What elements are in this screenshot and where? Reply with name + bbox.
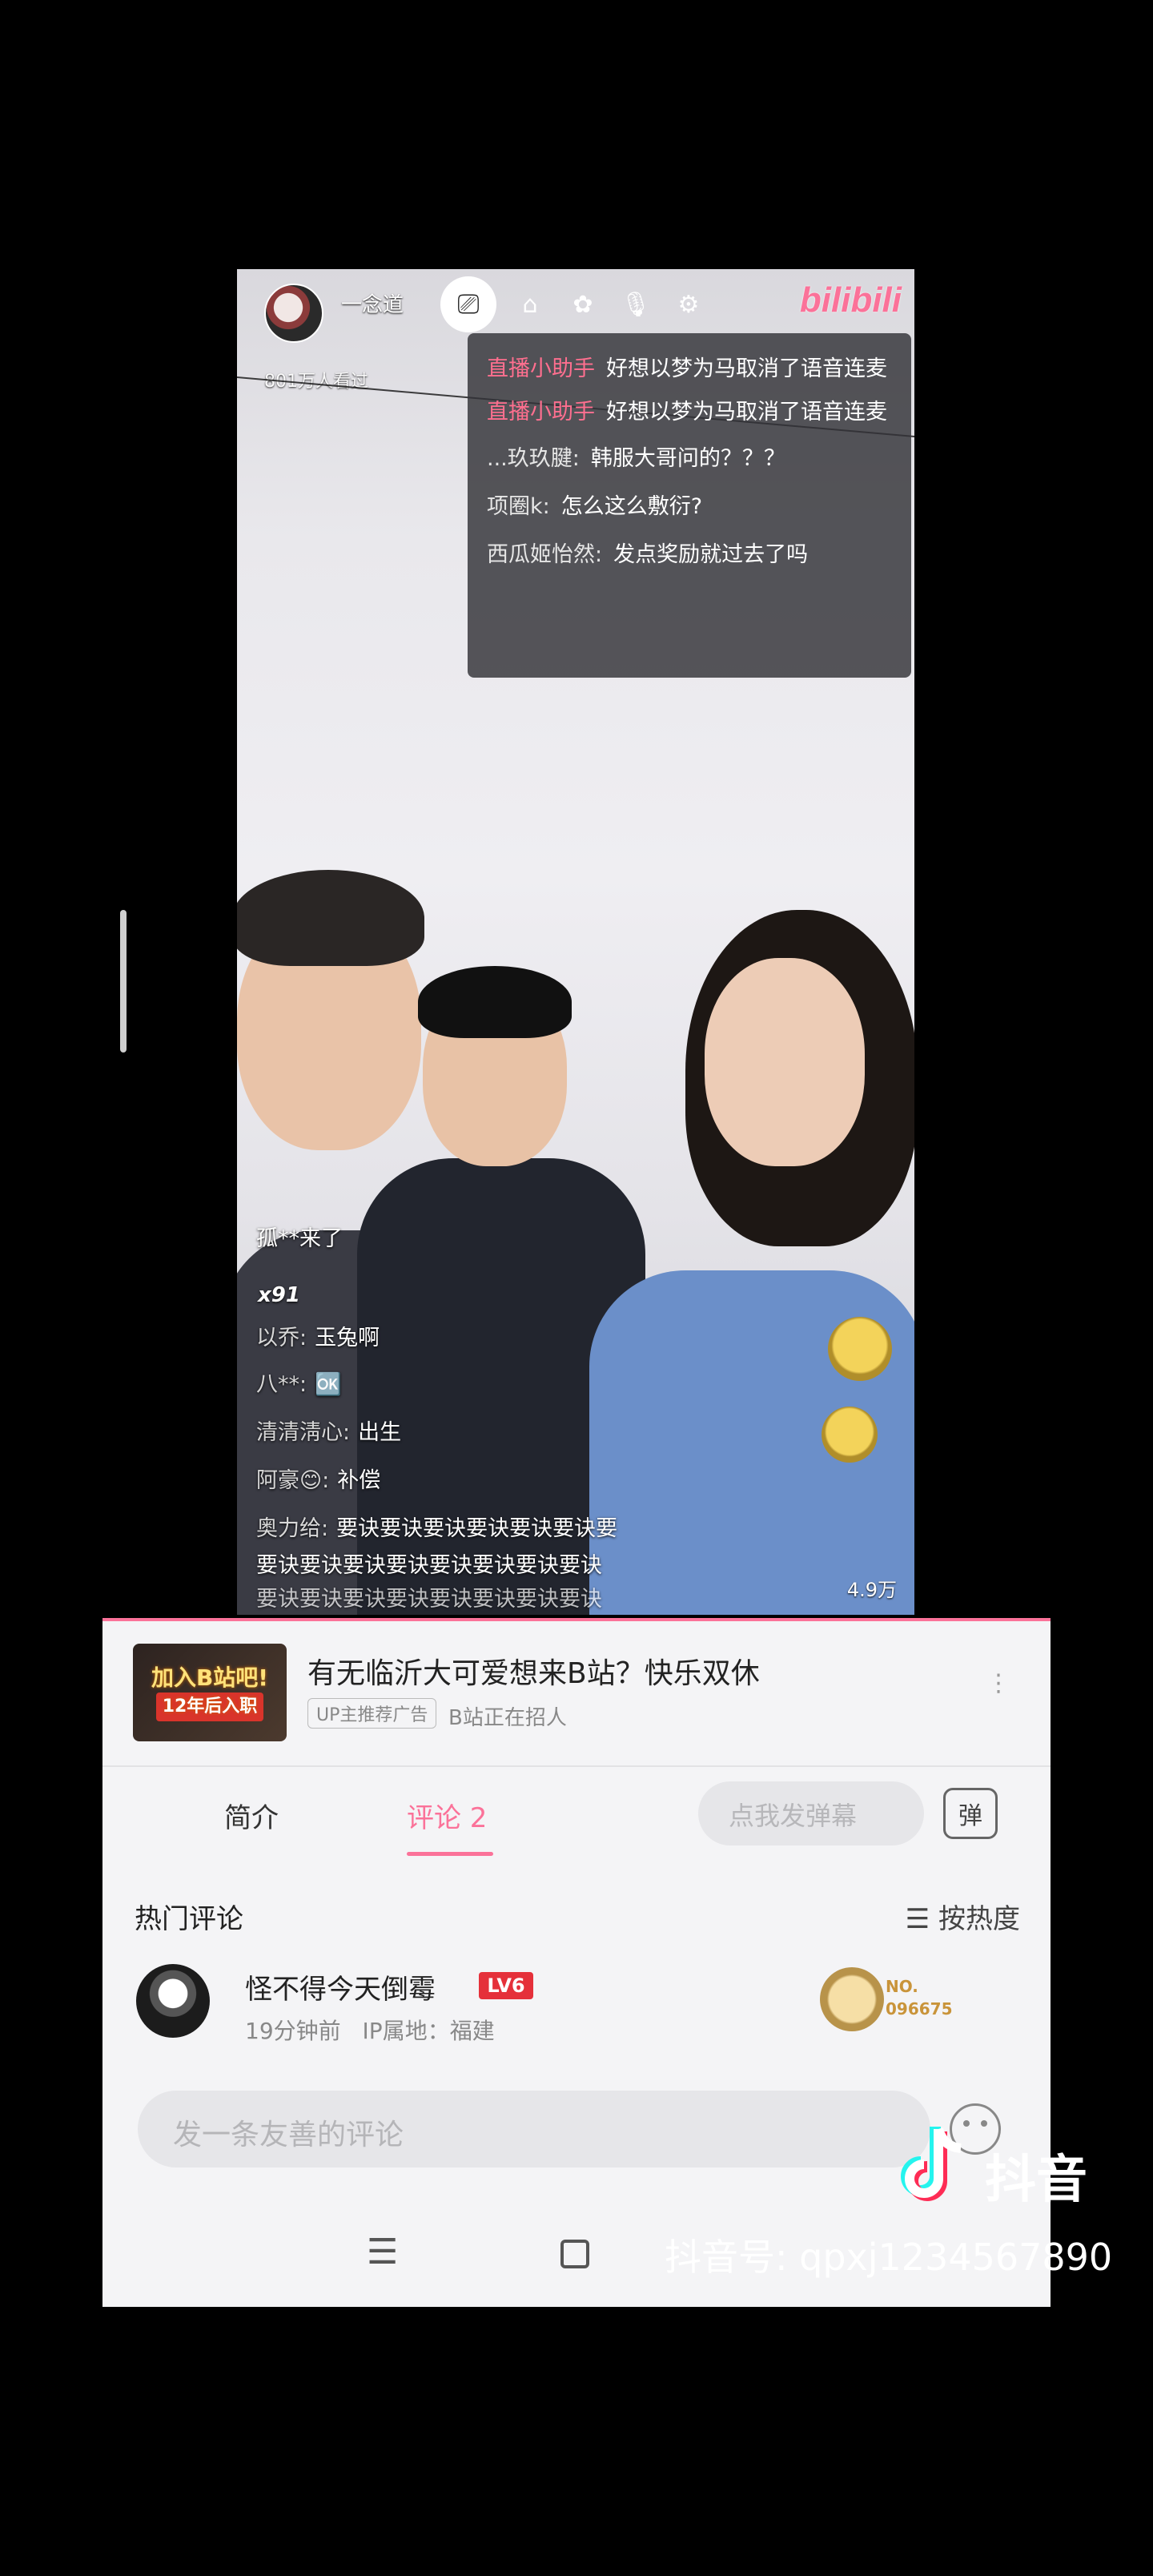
viewer-count: 4.9万 [846,1579,897,1601]
danmaku-line: 奥力给: 要诀要诀要诀要诀要诀要诀要 [256,1511,617,1542]
chat-text: 好想以梦为马取消了语音连麦 [606,400,887,425]
ad-thumb-subtext: 12年后入职 [155,1693,264,1721]
danmaku-user: 奥力给: [256,1516,329,1541]
chat-text: 发点奖励就过去了吗 [613,542,809,567]
more-options-icon[interactable]: ⋮ [986,1669,1010,1697]
hot-comments-title: 热门评论 [135,1903,243,1935]
chat-user: 项圈k: [487,494,550,519]
chat-user: 直播小助手 [487,356,595,381]
ad-title[interactable]: 有无临沂大可爱想来B站？快乐双休 [307,1650,760,1692]
fan-badge-icon [820,1967,884,2031]
home-icon[interactable]: ⌂ [511,285,549,324]
fan-badge-number: NO. 096675 [886,1975,953,2020]
danmaku-text: 补偿 [337,1468,381,1493]
emoji-reaction-icon [828,1317,892,1381]
comment-ip: IP属地：福建 [362,2018,495,2044]
danmaku-toggle-button[interactable]: 弹 [943,1788,998,1839]
danmaku-user: 阿豪😊: [256,1468,330,1493]
streamer-avatar[interactable] [264,284,323,343]
comment-username[interactable]: 怪不得今天倒霉 [245,1967,436,2006]
danmaku-input[interactable]: 点我发弹幕 [698,1781,924,1845]
emoji-reaction-icon [822,1407,878,1463]
streamer-name[interactable]: 一念道 [341,288,404,318]
danmaku-line: 八**: 🆗 [256,1366,342,1398]
chat-message: 直播小助手 好想以梦为马取消了语音连麦 [487,351,892,388]
active-tab-indicator [407,1852,493,1856]
chat-message: 项圈k: 怎么这么敷衍? [487,489,892,525]
chat-user: 直播小助手 [487,400,595,425]
chat-user: 西瓜姬怡然: [487,542,603,567]
danmaku-text: 🆗 [315,1372,342,1397]
danmaku-user: 以乔: [256,1326,307,1350]
bilibili-logo: bilibili [799,280,902,320]
divider [102,1765,1051,1767]
chat-panel: 直播小助手 好想以梦为马取消了语音连麦 直播小助手 好想以梦为马取消了语音连麦 ..… [468,333,911,678]
avatar[interactable] [136,1964,210,2038]
watermark-brand: 抖音 [985,2151,1087,2210]
chat-message: ...玖玖腱: 韩服大哥问的？？？ [487,441,892,477]
watermark-id: 抖音号: qpxj1234567890 [665,2236,1113,2279]
chat-text: 怎么这么敷衍? [560,494,703,519]
chat-message: 西瓜姬怡然: 发点奖励就过去了吗 [487,537,892,574]
danmaku-line: 阿豪😊: 补偿 [256,1463,380,1494]
comment-time: 19分钟前 [245,2018,341,2044]
chat-message: 直播小助手 好想以梦为马取消了语音连麦 [487,394,892,431]
mic-icon[interactable]: 🎙 [617,285,655,324]
danmaku-text: 玉兔啊 [315,1326,380,1350]
fan-badge: NO. 096675 [820,1951,972,2044]
scroll-indicator[interactable] [120,910,127,1053]
danmaku-line: 要诀要诀要诀要诀要诀要诀要诀要诀 [256,1553,602,1578]
ad-tag: UP主推荐广告 [307,1698,437,1729]
danmaku-line: 以乔: 玉兔啊 [256,1320,380,1351]
danmaku-line: 清清淸心: 出生 [256,1415,401,1446]
chat-text: 韩服大哥问的？？？ [590,446,785,471]
danmaku-text: 要诀要诀要诀要诀要诀要诀要 [336,1516,618,1541]
danmaku-user: 清清淸心: [256,1420,351,1445]
settings-icon[interactable]: ⚙ [669,285,708,324]
comment-meta: 19分钟前 IP属地：福建 [245,2014,495,2046]
gift-icon[interactable]: ✿ [564,285,602,324]
nav-menu-button[interactable]: ☰ [367,2232,398,2272]
danmaku-line: 要诀要诀要诀要诀要诀要诀要诀要诀 [256,1587,602,1612]
tv-icon[interactable]: ⎚ [440,276,496,332]
ad-subtitle: B站正在招人 [448,1706,567,1730]
comment-input[interactable]: 发一条友善的评论 [138,2091,930,2167]
live-toolbar: ⎚ ⌂ ✿ 🎙 ⚙ [440,272,708,336]
nav-home-button[interactable] [560,2240,589,2268]
sort-button[interactable]: ☰ 按热度 [906,1897,1020,1936]
chat-user: ...玖玖腱: [487,446,580,471]
live-video[interactable]: 一念道 801万人看过 ⎚ ⌂ ✿ 🎙 ⚙ bilibili 直播小助手 好想以梦… [237,269,914,1615]
progress-bar[interactable] [102,1618,1051,1621]
danmaku-user: 八**: [256,1372,307,1397]
tab-comments[interactable]: 评论 2 [407,1796,487,1835]
gift-counter: x91 [258,1283,300,1307]
danmaku-line: 孤**来了 [256,1226,343,1251]
fan-badge-value: 096675 [886,1999,953,2019]
tiktok-logo-icon [901,2127,962,2201]
level-badge: LV6 [479,1972,533,1999]
fan-badge-label: NO. [886,1977,918,1996]
ad-thumbnail[interactable]: 加入B站吧! 12年后入职 [133,1644,287,1741]
tab-intro[interactable]: 简介 [224,1796,279,1835]
ad-thumb-text: 加入B站吧! [151,1664,269,1691]
danmaku-text: 出生 [358,1420,402,1445]
chat-text: 好想以梦为马取消了语音连麦 [606,356,887,381]
